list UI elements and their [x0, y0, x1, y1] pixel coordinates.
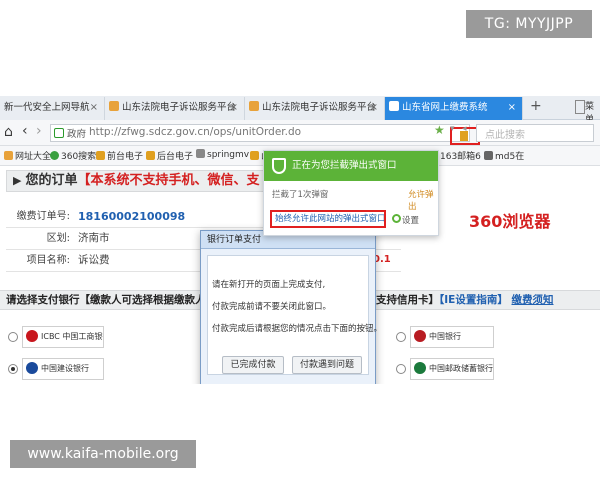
- triangle-icon: ▶: [13, 174, 22, 187]
- chevron-down-icon[interactable]: ▾: [450, 124, 455, 134]
- site-type-tag: 政府: [67, 129, 87, 140]
- bookmark-item[interactable]: md5在: [484, 149, 524, 162]
- bank-logo-psbc[interactable]: 中国邮政储蓄银行: [410, 358, 494, 380]
- dialog-line: 请在新打开的页面上完成支付,: [212, 280, 326, 290]
- forward-icon[interactable]: ›: [36, 123, 42, 139]
- close-icon[interactable]: ×: [90, 97, 98, 119]
- bank-radio-boc[interactable]: [396, 332, 406, 342]
- url-input[interactable]: 政府 http://zfwg.sdcz.gov.cn/ops/unitOrder…: [50, 124, 480, 145]
- info-label: 缴费订单号:: [16, 211, 70, 222]
- gear-icon[interactable]: [392, 214, 401, 223]
- shield-icon: [272, 158, 286, 174]
- back-icon[interactable]: ‹: [22, 123, 28, 139]
- bank-radio-icbc[interactable]: [8, 332, 18, 342]
- bank-header-text: 请选择支付银行【缴款人可选择根据缴款人: [6, 294, 206, 306]
- payment-problem-button[interactable]: 付款遇到问题: [292, 356, 362, 374]
- bank-mark-icon: [414, 330, 426, 342]
- region-value: 济南市: [78, 232, 110, 244]
- order-number: 18160002100098: [78, 210, 186, 223]
- tab-label: 山东法院电子诉讼服务平台: [262, 102, 377, 113]
- bookmark-icon: [50, 151, 59, 160]
- tab-court-1[interactable]: 山东法院电子诉讼服务平台 ×: [105, 97, 245, 120]
- info-label: 区划:: [46, 233, 70, 244]
- settings-link[interactable]: 设置: [402, 214, 419, 226]
- search-placeholder: 点此搜索: [485, 130, 525, 141]
- search-input[interactable]: 点此搜索: [476, 124, 594, 142]
- bank-mark-icon: [26, 362, 38, 374]
- order-notice: 【本系统不支持手机、微信、支: [77, 173, 260, 188]
- dialog-line: 付款完成前请不要关闭此窗口。: [212, 302, 332, 312]
- browser-screenshot: 新一代安全上网导航 × 山东法院电子诉讼服务平台 × 山东法院电子诉讼服务平台 …: [0, 96, 600, 384]
- blocked-count: 拦截了1次弹窗: [272, 190, 329, 200]
- close-icon[interactable]: ×: [508, 97, 516, 119]
- watermark-top: TG: MYYJJPP: [466, 10, 592, 38]
- tab-navigation[interactable]: 新一代安全上网导航 ×: [0, 97, 105, 120]
- bank-mark-icon: [414, 362, 426, 374]
- bookmark-item[interactable]: 网址大全: [4, 149, 51, 162]
- bank-logo-ccb[interactable]: 中国建设银行: [22, 358, 104, 380]
- dialog-line: 付款完成后请根据您的情况点击下面的按钮。: [212, 324, 383, 334]
- tab-label: 山东法院电子诉讼服务平台: [122, 102, 237, 113]
- always-allow-popups-link[interactable]: 始终允许此网站的弹出式窗口: [270, 210, 386, 228]
- tab-bar: 新一代安全上网导航 × 山东法院电子诉讼服务平台 × 山东法院电子诉讼服务平台 …: [0, 96, 600, 125]
- project-name-value: 诉讼费: [78, 254, 110, 266]
- address-bar-row: ⌂ ‹ › 政府 http://zfwg.sdcz.gov.cn/ops/uni…: [0, 120, 600, 146]
- payment-done-button[interactable]: 已完成付款: [222, 356, 284, 374]
- url-text: http://zfwg.sdcz.gov.cn/ops/unitOrder.do: [89, 126, 302, 138]
- tab-court-2[interactable]: 山东法院电子诉讼服务平台 ×: [245, 97, 385, 120]
- bookmark-icon: [4, 151, 13, 160]
- bank-mark-icon: [26, 330, 38, 342]
- bookmark-item[interactable]: 后台电子: [146, 149, 193, 162]
- page: TG: MYYJJPP 新一代安全上网导航 × 山东法院电子诉讼服务平台 × 山…: [0, 0, 600, 480]
- close-icon[interactable]: ×: [370, 97, 378, 119]
- bank-radio-ccb[interactable]: [8, 364, 18, 374]
- tab-label: 山东省网上缴费系统: [402, 102, 488, 113]
- bookmark-item[interactable]: 前台电子: [96, 149, 143, 162]
- bank-payment-dialog: 银行订单支付 请在新打开的页面上完成支付, 付款完成前请不要关闭此窗口。 付款完…: [200, 230, 382, 384]
- bookmark-icon: [484, 151, 493, 160]
- bank-logo-boc[interactable]: 中国银行: [410, 326, 494, 348]
- notice-header: 正在为您拦截弹出式窗口: [264, 151, 438, 181]
- tab-list-icon[interactable]: [575, 100, 585, 114]
- bookmark-item[interactable]: springmv: [196, 149, 249, 160]
- bookmark-icon: [96, 151, 105, 160]
- payment-notice-link[interactable]: 缴费须知: [512, 294, 554, 306]
- home-icon[interactable]: ⌂: [4, 124, 13, 140]
- ie-guide-link[interactable]: 【IE设置指南】: [439, 294, 508, 306]
- bank-logo-icbc[interactable]: ICBC 中国工商银行: [22, 326, 104, 348]
- bookmark-icon: [250, 151, 259, 160]
- order-title: 您的订单: [25, 173, 78, 188]
- site-icon: [249, 101, 259, 111]
- tab-payment-system[interactable]: 山东省网上缴费系统 ×: [385, 97, 523, 120]
- bookmark-icon: [146, 151, 155, 160]
- allow-popup-link[interactable]: 允许弹出: [408, 188, 438, 212]
- annotation-360-browser: 360浏览器: [469, 212, 551, 231]
- close-icon[interactable]: ×: [230, 97, 238, 119]
- info-label: 项目名称:: [26, 255, 70, 266]
- favorite-icon[interactable]: ★: [434, 123, 445, 137]
- search-engine-icon[interactable]: ◂: [462, 124, 467, 134]
- site-icon: [109, 101, 119, 111]
- dialog-body: 请在新打开的页面上完成支付, 付款完成前请不要关闭此窗口。 付款完成后请根据您的…: [207, 255, 382, 375]
- watermark-bottom: www.kaifa-mobile.org: [10, 440, 196, 468]
- bookmark-icon: [196, 149, 205, 158]
- bank-header-right: 支持信用卡】【IE设置指南】 缴费须知: [376, 294, 554, 306]
- popup-blocker-notice: 正在为您拦截弹出式窗口 拦截了1次弹窗 允许弹出 始终允许此网站的弹出式窗口 设…: [263, 150, 439, 236]
- bookmark-item[interactable]: 163邮箱6: [440, 149, 481, 162]
- gov-site-icon: [54, 128, 64, 138]
- order-header: ▶ 您的订单【本系统不支持手机、微信、支: [6, 170, 268, 192]
- site-icon: [389, 101, 399, 111]
- new-tab-button[interactable]: +: [530, 98, 542, 114]
- bookmark-item[interactable]: 360搜索: [50, 149, 96, 162]
- bank-radio-psbc[interactable]: [396, 364, 406, 374]
- notice-title: 正在为您拦截弹出式窗口: [292, 160, 397, 171]
- tab-label: 新一代安全上网导航: [4, 102, 90, 113]
